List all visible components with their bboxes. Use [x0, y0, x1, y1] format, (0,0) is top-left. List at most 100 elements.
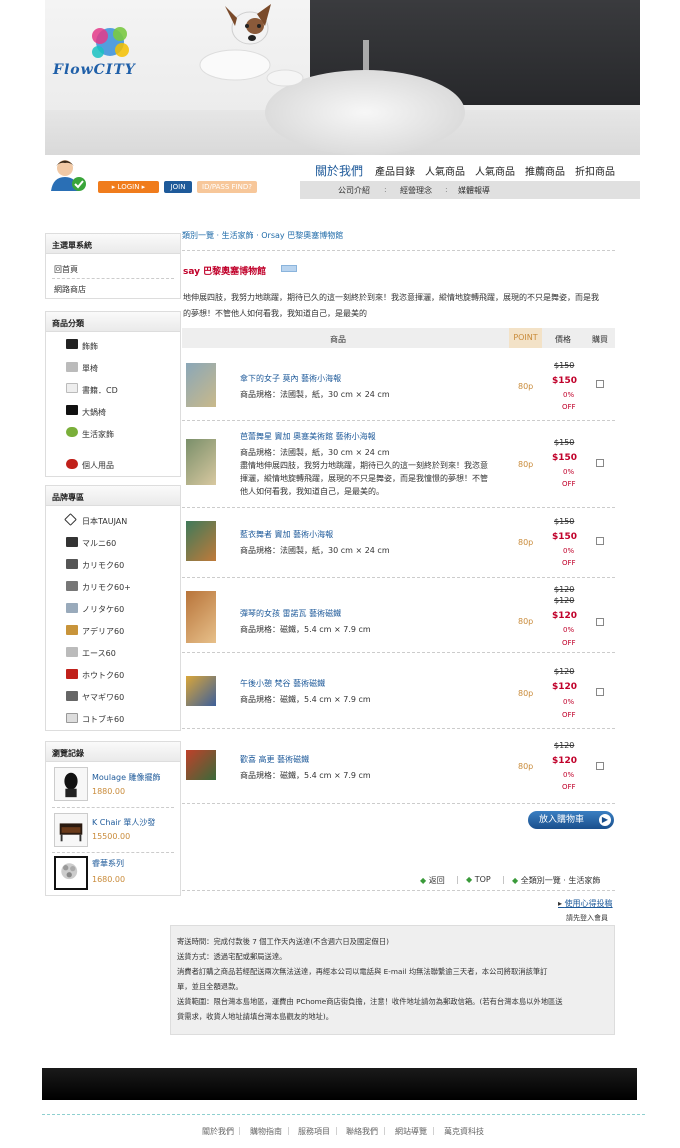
link-separator: |: [456, 875, 459, 884]
nav-popular[interactable]: 人氣商品: [425, 163, 465, 178]
write-review-link[interactable]: ▸ 使用心得投稿: [558, 898, 613, 909]
login-label: LOGIN: [117, 183, 140, 191]
logo-icon: [92, 27, 129, 58]
history-item-name[interactable]: Moulage 雕像擺飾: [92, 772, 161, 783]
footer-link-sitemap[interactable]: 網站導覽: [395, 1126, 427, 1137]
product-thumb-1[interactable]: [186, 439, 216, 485]
brand-karimoku60[interactable]: カリモク60: [82, 560, 124, 571]
header-buy: 購買: [592, 335, 608, 344]
product-thumb-2[interactable]: [186, 521, 216, 561]
product-name[interactable]: 彈琴的女孩 雷諾瓦 藝術磁鐵: [240, 608, 341, 619]
breadcrumb[interactable]: 類別一覽 · 生活家飾 · Orsay 巴黎奧塞博物館: [182, 230, 343, 241]
category-link[interactable]: ◆ 全類別一覽 · 生活家飾: [512, 875, 600, 886]
footer-link-services[interactable]: 服務項目: [298, 1126, 330, 1137]
sidebar-item-home[interactable]: 回首頁: [54, 264, 78, 275]
product-name[interactable]: 藍衣舞者 竇加 藝術小海報: [240, 529, 333, 540]
buy-checkbox[interactable]: [596, 762, 604, 770]
brand-maruni60[interactable]: マルニ60: [82, 538, 116, 549]
subnav-philosophy[interactable]: 經營理念: [400, 185, 432, 196]
product-name[interactable]: 芭蕾舞星 竇加 奧塞美術館 藝術小海報: [240, 431, 376, 442]
footer-link-guide[interactable]: 購物指南: [250, 1126, 282, 1137]
brand-taujan[interactable]: 日本TAUJAN: [82, 516, 127, 527]
footer-link-about[interactable]: 關於我們: [202, 1126, 234, 1137]
history-item-name[interactable]: 睿華系列: [92, 858, 124, 869]
title-badge-icon: [281, 265, 297, 272]
subnav-company[interactable]: 公司介紹: [338, 185, 370, 196]
product-point: 80p: [518, 460, 534, 469]
idpass-find-button[interactable]: ID/PASS FIND?: [197, 181, 257, 193]
brand-noritake60[interactable]: ノリタケ60: [82, 604, 124, 615]
category-sofa[interactable]: 大鍋椅: [82, 407, 106, 418]
top-nav: 關於我們 產品目錄 人氣商品 人氣商品 推薦商品 折扣商品: [310, 163, 640, 181]
sidebar-history-title: 瀏覽記錄: [46, 742, 180, 762]
brand-aderia60[interactable]: アデリア60: [82, 626, 124, 637]
footer-link-contact[interactable]: 聯絡我們: [346, 1126, 378, 1137]
diamond-icon: ◆: [420, 876, 429, 885]
footer-separator: |: [238, 1126, 241, 1135]
subnav-separator: :: [384, 185, 387, 194]
product-thumb-0[interactable]: [186, 363, 216, 407]
category-books-cd[interactable]: 書籍．CD: [82, 385, 118, 396]
brand-ace60[interactable]: エース60: [82, 648, 116, 659]
nav-recommended[interactable]: 推薦商品: [525, 163, 565, 178]
table-row: 歡喜 高更 藝術磁鐵 商品規格：磁鐵，5.4 cm × 7.9 cm 80p $…: [182, 728, 615, 804]
product-spec: 他人如何看我，我知道自己，是最美的。: [240, 487, 384, 496]
brand-kotobuki60[interactable]: コトブキ60: [82, 714, 124, 725]
original-price: $150: [554, 438, 575, 447]
add-to-cart-button[interactable]: 放入購物車 ▶: [528, 811, 614, 829]
join-button[interactable]: JOIN: [164, 181, 192, 193]
sub-nav: 公司介紹 : 經營理念 : 媒體報導: [300, 181, 640, 199]
brand-taujan-icon: [64, 513, 77, 526]
category-personal[interactable]: 個人用品: [82, 460, 114, 471]
history-thumb-kchair[interactable]: [54, 813, 88, 847]
nav-discount[interactable]: 折扣商品: [575, 163, 615, 178]
product-thumb-5[interactable]: [186, 750, 216, 780]
nav-catalog[interactable]: 產品目錄: [375, 163, 415, 178]
brand-yamagiwa60[interactable]: ヤマギワ60: [82, 692, 124, 703]
subnav-media[interactable]: 媒體報導: [458, 185, 490, 196]
history-item-price: 15500.00: [92, 832, 131, 841]
category-home-deco[interactable]: 生活家飾: [82, 429, 114, 440]
product-name[interactable]: 歡喜 高更 藝術磁鐵: [240, 754, 309, 765]
table-row: 藍衣舞者 竇加 藝術小海報 商品規格：法國製，紙，30 cm × 24 cm 8…: [182, 507, 615, 578]
login-button[interactable]: ▸ LOGIN ▸: [98, 181, 159, 193]
footer-link-tech[interactable]: 萬克資科技: [444, 1126, 484, 1137]
category-chairs[interactable]: 單椅: [82, 363, 98, 374]
history-thumb-ruihua[interactable]: [54, 856, 88, 890]
history-thumb-moulage[interactable]: [54, 767, 88, 801]
footer-separator: |: [287, 1126, 290, 1135]
add-to-cart-label: 放入購物車: [539, 815, 585, 825]
brand-yamagiwa-icon: [66, 691, 78, 701]
buy-checkbox[interactable]: [596, 688, 604, 696]
original-price: $120: [554, 667, 575, 676]
buy-checkbox[interactable]: [596, 380, 604, 388]
product-thumb-3[interactable]: [186, 591, 216, 643]
product-spec: 商品規格：磁鐵，5.4 cm × 7.9 cm: [240, 625, 371, 634]
top-link[interactable]: ◆ TOP: [466, 875, 491, 884]
product-name[interactable]: 午後小憩 梵谷 藝術磁鐵: [240, 678, 325, 689]
buy-checkbox[interactable]: [596, 459, 604, 467]
info-line: 送貨範圍：限台灣本島地區，運費由 PChome商店街負擔，注意！收件地址請勿為郵…: [177, 997, 563, 1006]
nav-about[interactable]: 關於我們: [315, 162, 363, 179]
discount-percent: 0%: [563, 771, 575, 779]
category-accessories[interactable]: 飾飾: [82, 341, 98, 352]
brand-karimoku60-plus[interactable]: カリモク60+: [82, 582, 131, 593]
product-name[interactable]: 傘下的女子 莫內 藝術小海報: [240, 373, 341, 384]
history-item-name[interactable]: K Chair 單人沙發: [92, 817, 155, 828]
buy-checkbox[interactable]: [596, 618, 604, 626]
sidebar-item-shop[interactable]: 網路商店: [54, 284, 86, 295]
sale-price: $120: [552, 756, 578, 766]
sofa-icon: [66, 405, 78, 415]
sidebar-main-menu-title: 主選單系統: [46, 234, 180, 254]
product-thumb-4[interactable]: [186, 676, 216, 706]
product-description-line: 地伸展四肢，我努力地跳躍，期待已久的這一刻終於到來！我恣意揮灑，縱情地旋轉飛躍，…: [183, 293, 599, 302]
buy-checkbox[interactable]: [596, 537, 604, 545]
back-link[interactable]: ◆ 返回: [420, 875, 445, 886]
divider: [182, 890, 615, 891]
brand-houtoku60[interactable]: ホウトク60: [82, 670, 124, 681]
logo-text[interactable]: FlowCITY: [53, 62, 136, 78]
product-spec: 商品規格：法國製，紙，30 cm × 24 cm: [240, 448, 390, 457]
diamond-icon: ◆: [512, 876, 521, 885]
table-header: 商品 POINT 價格 購買: [182, 328, 615, 348]
nav-popular-2[interactable]: 人氣商品: [475, 163, 515, 178]
